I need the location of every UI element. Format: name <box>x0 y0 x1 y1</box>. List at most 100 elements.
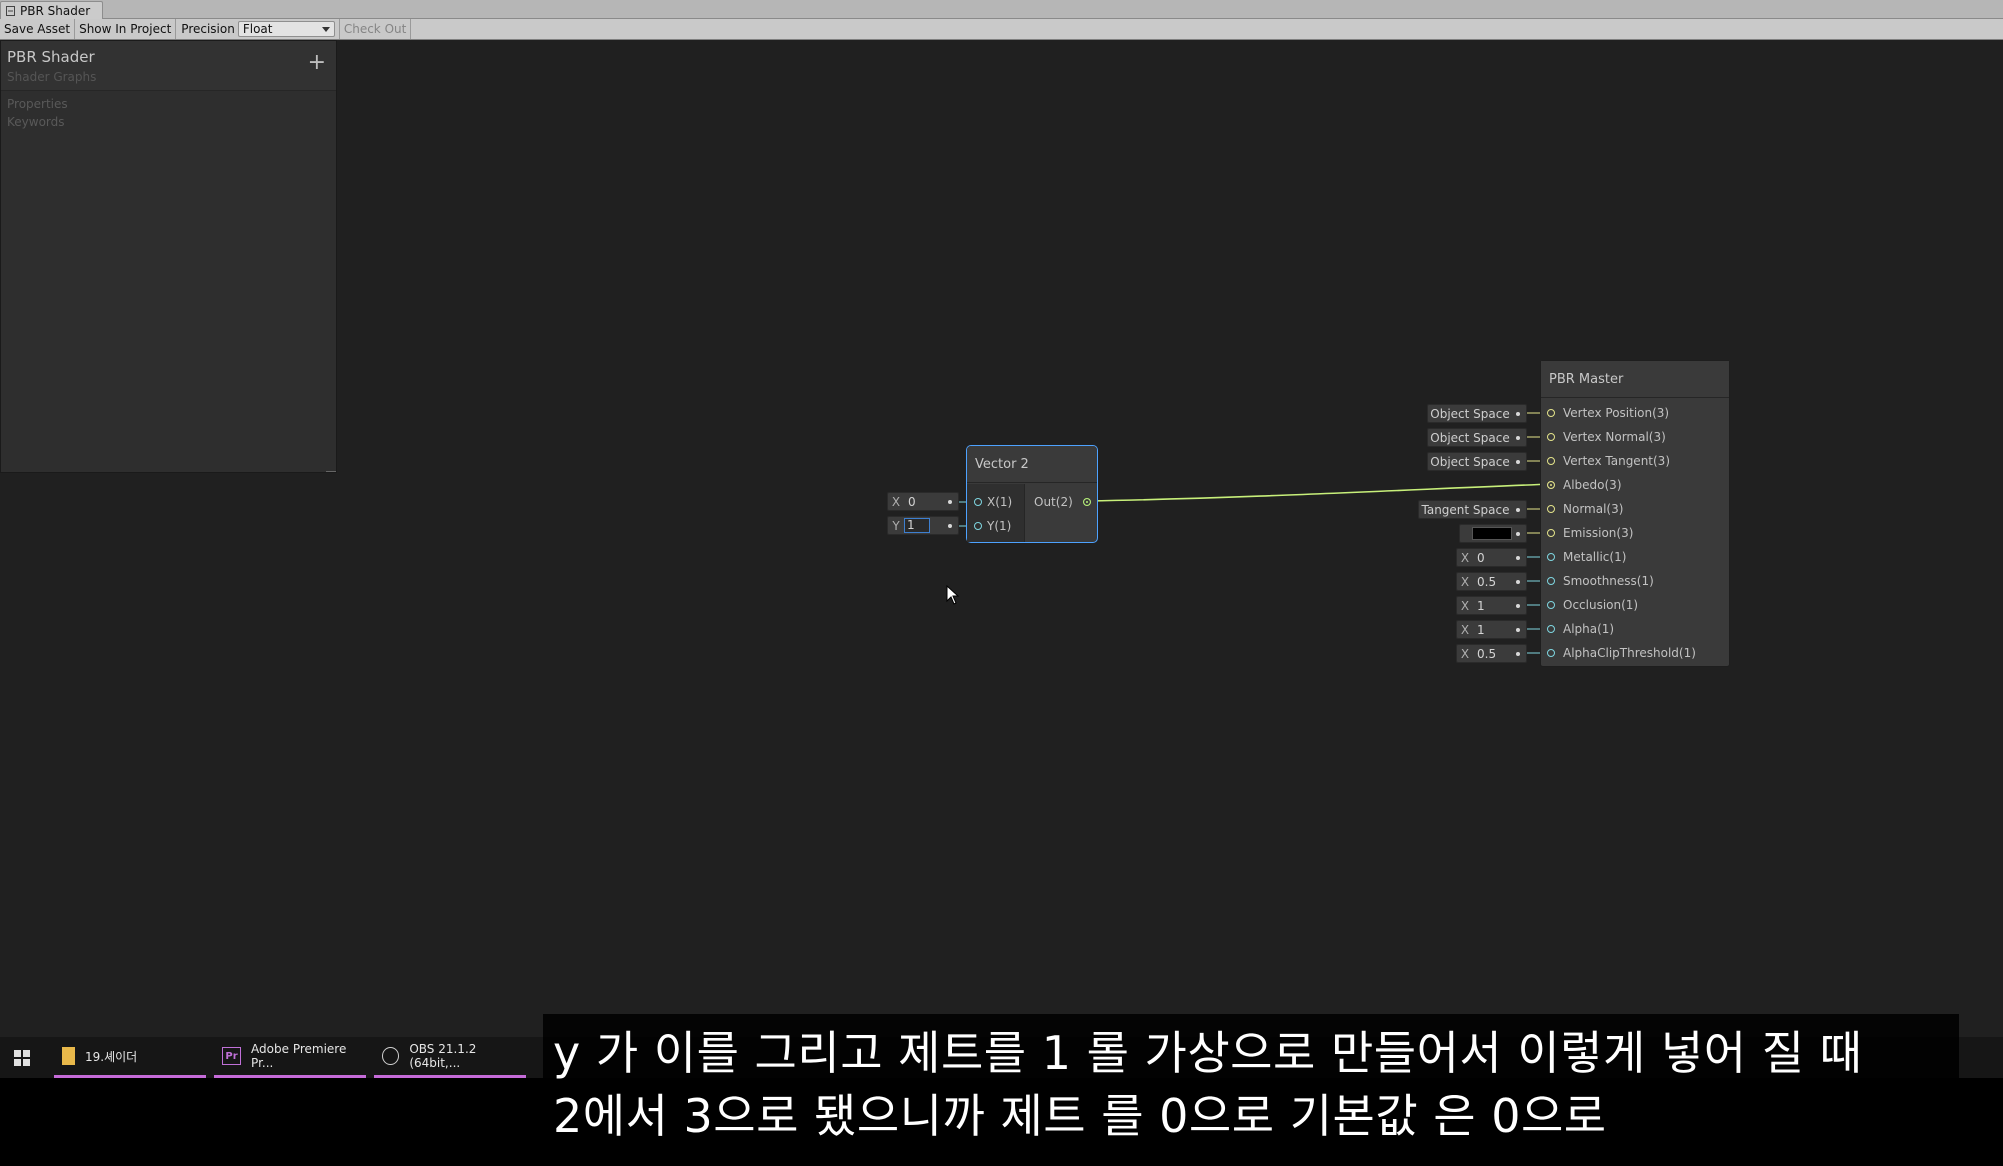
port-vertex-position[interactable]: Vertex Position(3) <box>1547 403 1669 422</box>
port-dot <box>1516 436 1520 440</box>
vertex-normal-space-dropdown[interactable]: Object Space <box>1427 428 1527 447</box>
alpha-value[interactable]: 1 <box>1473 623 1485 637</box>
port-icon[interactable] <box>1547 648 1555 657</box>
taskbar-item-obs[interactable]: OBS 21.1.2 (64bit,... <box>374 1037 526 1078</box>
port-x-icon[interactable] <box>974 497 982 506</box>
port-icon[interactable] <box>1547 432 1555 441</box>
vertex-tangent-space-dropdown[interactable]: Object Space <box>1427 452 1527 471</box>
vertex-position-space-dropdown[interactable]: Object Space <box>1427 404 1527 423</box>
occlusion-field[interactable]: X 1 <box>1456 596 1527 615</box>
port-label: Emission(3) <box>1563 525 1634 540</box>
port-alpha-clip[interactable]: AlphaClipThreshold(1) <box>1547 643 1696 662</box>
port-metallic[interactable]: Metallic(1) <box>1547 547 1626 566</box>
properties-section[interactable]: Properties <box>1 97 336 111</box>
show-in-project-button[interactable]: Show In Project <box>75 19 177 39</box>
vector2-node[interactable]: Vector 2 X(1) Y(1) Out(2) <box>966 445 1098 543</box>
port-dot <box>1516 628 1520 632</box>
port-icon[interactable] <box>1547 528 1555 537</box>
resize-handle[interactable] <box>326 468 336 472</box>
port-alpha[interactable]: Alpha(1) <box>1547 619 1614 638</box>
axis-label-y: Y <box>892 518 900 533</box>
port-out-icon[interactable] <box>1082 497 1091 506</box>
vector2-x-field[interactable]: X 0 <box>887 492 959 511</box>
vector2-y-field[interactable]: Y 1 <box>887 516 959 535</box>
precision-label: Precision <box>181 22 235 36</box>
smoothness-field[interactable]: X 0.5 <box>1456 572 1527 591</box>
precision-dropdown[interactable]: Float <box>237 21 335 37</box>
vector2-y-value[interactable]: 1 <box>904 518 930 533</box>
port-label: Albedo(3) <box>1563 477 1622 492</box>
add-property-button[interactable]: + <box>308 52 326 74</box>
port-vertex-normal[interactable]: Vertex Normal(3) <box>1547 427 1666 446</box>
smoothness-value[interactable]: 0.5 <box>1473 575 1496 589</box>
port-label: AlphaClipThreshold(1) <box>1563 645 1696 660</box>
windows-icon <box>14 1049 30 1066</box>
port-dot <box>1516 460 1520 464</box>
port-icon[interactable] <box>1547 456 1555 465</box>
port-dot <box>1516 508 1520 512</box>
keywords-section[interactable]: Keywords <box>1 115 336 129</box>
vertex-position-space: Object Space <box>1430 406 1510 421</box>
port-dot <box>1516 580 1520 584</box>
port-occlusion[interactable]: Occlusion(1) <box>1547 595 1638 614</box>
taskbar-item-premiere[interactable]: Pr Adobe Premiere Pr... <box>214 1037 366 1078</box>
port-x[interactable]: X(1) <box>974 492 1012 511</box>
port-y-icon[interactable] <box>974 521 982 530</box>
port-icon[interactable] <box>1547 504 1555 513</box>
alpha-clip-value[interactable]: 0.5 <box>1473 647 1496 661</box>
window-tab-bar: PBR Shader <box>0 0 2003 19</box>
subtitle-line-2: 2에서 3으로 됐으니까 제트 를 0으로 기본값 은 0으로 <box>553 1089 1607 1143</box>
port-out[interactable]: Out(2) <box>1034 492 1091 511</box>
vector2-input-ports: X(1) Y(1) <box>967 484 1025 542</box>
mouse-cursor-icon <box>946 585 960 605</box>
taskbar-item-label: 19.셰이더 <box>85 1049 138 1064</box>
port-icon[interactable] <box>1547 576 1555 585</box>
window-tab[interactable]: PBR Shader <box>0 1 103 19</box>
port-icon[interactable] <box>1547 408 1555 417</box>
port-icon[interactable] <box>1547 624 1555 633</box>
toolbar: Save Asset Show In Project Precision Flo… <box>0 19 2003 40</box>
normal-space-dropdown[interactable]: Tangent Space <box>1418 500 1527 519</box>
port-y-label: Y(1) <box>987 518 1012 533</box>
port-icon[interactable] <box>1547 552 1555 561</box>
port-label: Normal(3) <box>1563 501 1624 516</box>
port-albedo[interactable]: Albedo(3) <box>1547 475 1622 494</box>
pbr-master-ports: Vertex Position(3) Vertex Normal(3) Vert… <box>1541 399 1729 666</box>
pbr-master-node[interactable]: PBR Master Vertex Position(3) Vertex Nor… <box>1540 360 1730 667</box>
precision-value: Float <box>242 22 273 36</box>
window-tab-title: PBR Shader <box>20 3 91 18</box>
port-smoothness[interactable]: Smoothness(1) <box>1547 571 1654 590</box>
emission-color-field[interactable] <box>1459 524 1527 543</box>
port-icon[interactable] <box>1547 480 1555 489</box>
port-label: Vertex Normal(3) <box>1563 429 1666 444</box>
port-label: Metallic(1) <box>1563 549 1627 564</box>
axis-label: X <box>1460 550 1470 565</box>
chevron-down-icon <box>321 26 330 32</box>
port-icon[interactable] <box>1547 600 1555 609</box>
vertex-normal-space: Object Space <box>1430 430 1510 445</box>
port-dot <box>1516 412 1520 416</box>
axis-label-x: X <box>891 494 901 509</box>
taskbar-item-label: Adobe Premiere Pr... <box>251 1042 347 1070</box>
emission-color-swatch[interactable] <box>1472 527 1512 540</box>
alpha-clip-field[interactable]: X 0.5 <box>1456 644 1527 663</box>
metallic-value[interactable]: 0 <box>1473 551 1485 565</box>
check-out-button[interactable]: Check Out <box>338 19 412 39</box>
port-vertex-tangent[interactable]: Vertex Tangent(3) <box>1547 451 1670 470</box>
save-asset-button[interactable]: Save Asset <box>0 19 76 39</box>
alpha-field[interactable]: X 1 <box>1456 620 1527 639</box>
port-y[interactable]: Y(1) <box>974 516 1011 535</box>
port-normal[interactable]: Normal(3) <box>1547 499 1623 518</box>
port-emission[interactable]: Emission(3) <box>1547 523 1633 542</box>
occlusion-value[interactable]: 1 <box>1473 599 1485 613</box>
port-dot <box>1516 604 1520 608</box>
axis-label: X <box>1460 646 1470 661</box>
axis-label: X <box>1460 622 1470 637</box>
port-out-label: Out(2) <box>1034 494 1073 509</box>
metallic-field[interactable]: X 0 <box>1456 548 1527 567</box>
start-button[interactable] <box>0 1037 44 1078</box>
port-dot <box>948 500 952 504</box>
taskbar-item-folder[interactable]: 19.셰이더 <box>54 1037 206 1078</box>
vector2-x-value[interactable]: 0 <box>904 495 916 509</box>
blackboard-subtitle: Shader Graphs <box>7 70 97 84</box>
